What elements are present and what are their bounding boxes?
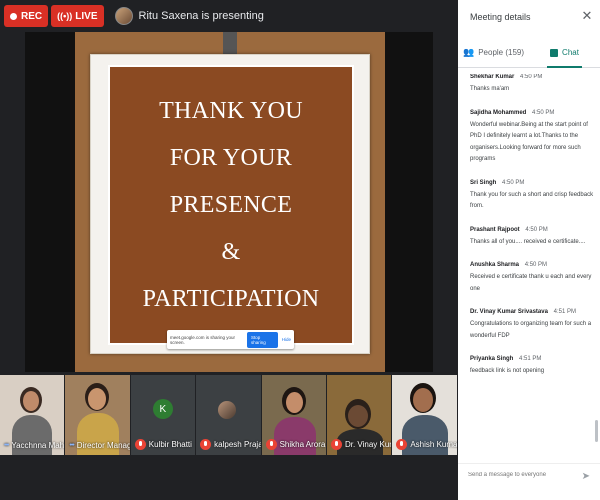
people-icon: 👥 <box>462 47 475 57</box>
participant-name: Yacchnna Mah… <box>11 441 65 450</box>
sharing-banner-text: meet.google.com is sharing your screen. <box>170 334 236 345</box>
message-time: 4:50 PM <box>520 74 543 80</box>
shared-screen: THANK YOU FOR YOUR PRESENCE & PARTICIPAT… <box>75 32 385 372</box>
avatar: K <box>152 399 173 419</box>
mic-off-icon <box>134 439 146 450</box>
rec-label: REC <box>21 10 43 22</box>
message-text: Thanks all of you.... received e certifi… <box>470 238 586 245</box>
live-broadcast-icon: ((•)) <box>57 11 73 21</box>
tab-people[interactable]: 👥 People (159) <box>458 38 529 67</box>
stop-sharing-button[interactable]: Stop sharing <box>246 331 278 348</box>
presenting-status: Ritu Saxena is presenting <box>138 10 264 22</box>
participant-tile[interactable]: Shikha Arora <box>261 375 327 455</box>
slide-text-line: PARTICIPATION <box>142 285 320 312</box>
live-badge[interactable]: ((•)) LIVE <box>51 5 104 27</box>
tab-chat[interactable]: Chat <box>529 38 600 68</box>
mic-off-icon <box>265 439 277 450</box>
panel-title: Meeting details <box>470 12 531 22</box>
live-label: LIVE <box>75 10 98 22</box>
participant-tile[interactable]: kalpesh Prajap… <box>196 375 262 455</box>
participant-strip: ••• Yacchnna Mah… ••• Director Manag… K … <box>0 375 458 455</box>
message-sender: Sajidha Mohammed <box>470 109 527 116</box>
sharing-banner: meet.google.com is sharing your screen. … <box>167 330 294 349</box>
message-time: 4:50 PM <box>525 226 548 233</box>
participant-name: Director Manag… <box>76 441 130 450</box>
stage-topbar: REC ((•)) LIVE Ritu Saxena is presenting <box>0 0 458 32</box>
participant-name: Shikha Arora <box>279 440 326 449</box>
message-text: Congratulations to organizing team for s… <box>470 321 592 339</box>
participant-tile[interactable]: Ashish Kumar… <box>392 375 458 455</box>
chat-icon <box>550 48 559 57</box>
meeting-stage: REC ((•)) LIVE Ritu Saxena is presenting… <box>0 0 458 500</box>
slide-text-line: & <box>221 238 241 265</box>
participant-tile[interactable]: ••• Director Manag… <box>65 375 131 455</box>
message-text: Thanks ma'am <box>470 86 510 92</box>
message-sender: Sri Singh <box>470 179 497 186</box>
meeting-details-panel: Meeting details ✕ 👥 People (159) Chat Sh… <box>458 0 600 500</box>
chat-message: Anushka Sharma 4:50 PM Received e certif… <box>470 262 594 295</box>
message-sender: Anushka Sharma <box>470 262 520 268</box>
chat-message: Sri Singh 4:50 PM Thank you for such a s… <box>470 180 594 213</box>
chat-message-input[interactable] <box>468 472 578 478</box>
hide-banner-button[interactable]: Hide <box>282 337 291 342</box>
chat-message: Sajidha Mohammed 4:50 PM Wonderful webin… <box>470 110 594 166</box>
participant-name: Kulbir Bhatti <box>148 440 192 449</box>
avatar <box>218 401 237 419</box>
slide: THANK YOU FOR YOUR PRESENCE & PARTICIPAT… <box>108 65 354 345</box>
mic-off-icon <box>200 439 212 450</box>
message-sender: Shekhar Kumar <box>470 74 515 80</box>
message-time: 4:51 PM <box>519 356 542 362</box>
slide-frame: THANK YOU FOR YOUR PRESENCE & PARTICIPAT… <box>90 54 370 354</box>
participant-name: Dr. Vinay Kuma… <box>344 440 391 449</box>
chat-scrollbar[interactable] <box>595 420 598 442</box>
tab-chat-label: Chat <box>562 48 579 57</box>
meeting-bottom-bar <box>0 455 458 500</box>
presenter-avatar <box>114 7 133 25</box>
speaking-indicator-icon: ••• <box>69 442 74 449</box>
screen-share-view: THANK YOU FOR YOUR PRESENCE & PARTICIPAT… <box>25 32 433 390</box>
chat-message: Shekhar Kumar 4:50 PM Thanks ma'am <box>470 74 594 96</box>
message-text: Received e certificate thank u each and … <box>470 274 592 292</box>
slide-text-line: THANK YOU <box>159 97 303 124</box>
participant-tile[interactable]: K Kulbir Bhatti <box>130 375 197 455</box>
recording-badge[interactable]: REC <box>4 5 49 27</box>
panel-tabs: 👥 People (159) Chat <box>458 38 600 68</box>
record-dot-icon <box>10 12 17 20</box>
participant-name: kalpesh Prajap… <box>214 440 260 449</box>
mic-off-icon <box>330 439 342 450</box>
message-text: Thank you for such a short and crisp fee… <box>470 191 594 210</box>
message-sender: Prashant Rajpoot <box>470 226 520 233</box>
mic-off-icon <box>396 439 408 450</box>
message-time: 4:51 PM <box>553 309 576 315</box>
message-text: Wonderful webinar.Being at the start poi… <box>470 121 588 163</box>
chat-composer: ➤ <box>458 463 600 491</box>
message-text: feedback link is not opening <box>470 368 545 374</box>
participant-tile[interactable]: Dr. Vinay Kuma… <box>326 375 393 455</box>
chat-message: Prashant Rajpoot 4:50 PM Thanks all of y… <box>470 227 594 249</box>
message-sender: Priyanka Singh <box>470 356 514 362</box>
message-time: 4:50 PM <box>502 179 525 186</box>
slide-text-line: FOR YOUR <box>169 144 293 171</box>
message-time: 4:50 PM <box>532 109 555 116</box>
chat-message: Dr. Vinay Kumar Srivastava 4:51 PM Congr… <box>470 309 594 342</box>
participant-tile[interactable]: ••• Yacchnna Mah… <box>0 375 66 455</box>
participant-name: Ashish Kumar… <box>410 440 458 449</box>
slide-text-line: PRESENCE <box>169 191 293 218</box>
message-sender: Dr. Vinay Kumar Srivastava <box>470 309 548 315</box>
message-time: 4:50 PM <box>524 262 548 268</box>
chat-message-list[interactable]: Shekhar Kumar 4:50 PM Thanks ma'am Sajid… <box>470 74 594 454</box>
tab-people-label: People (159) <box>478 48 525 57</box>
send-icon[interactable]: ➤ <box>582 471 590 482</box>
chat-message: Priyanka Singh 4:51 PM feedback link is … <box>470 356 594 378</box>
speaking-indicator-icon: ••• <box>4 442 9 449</box>
close-icon[interactable]: ✕ <box>580 9 594 23</box>
